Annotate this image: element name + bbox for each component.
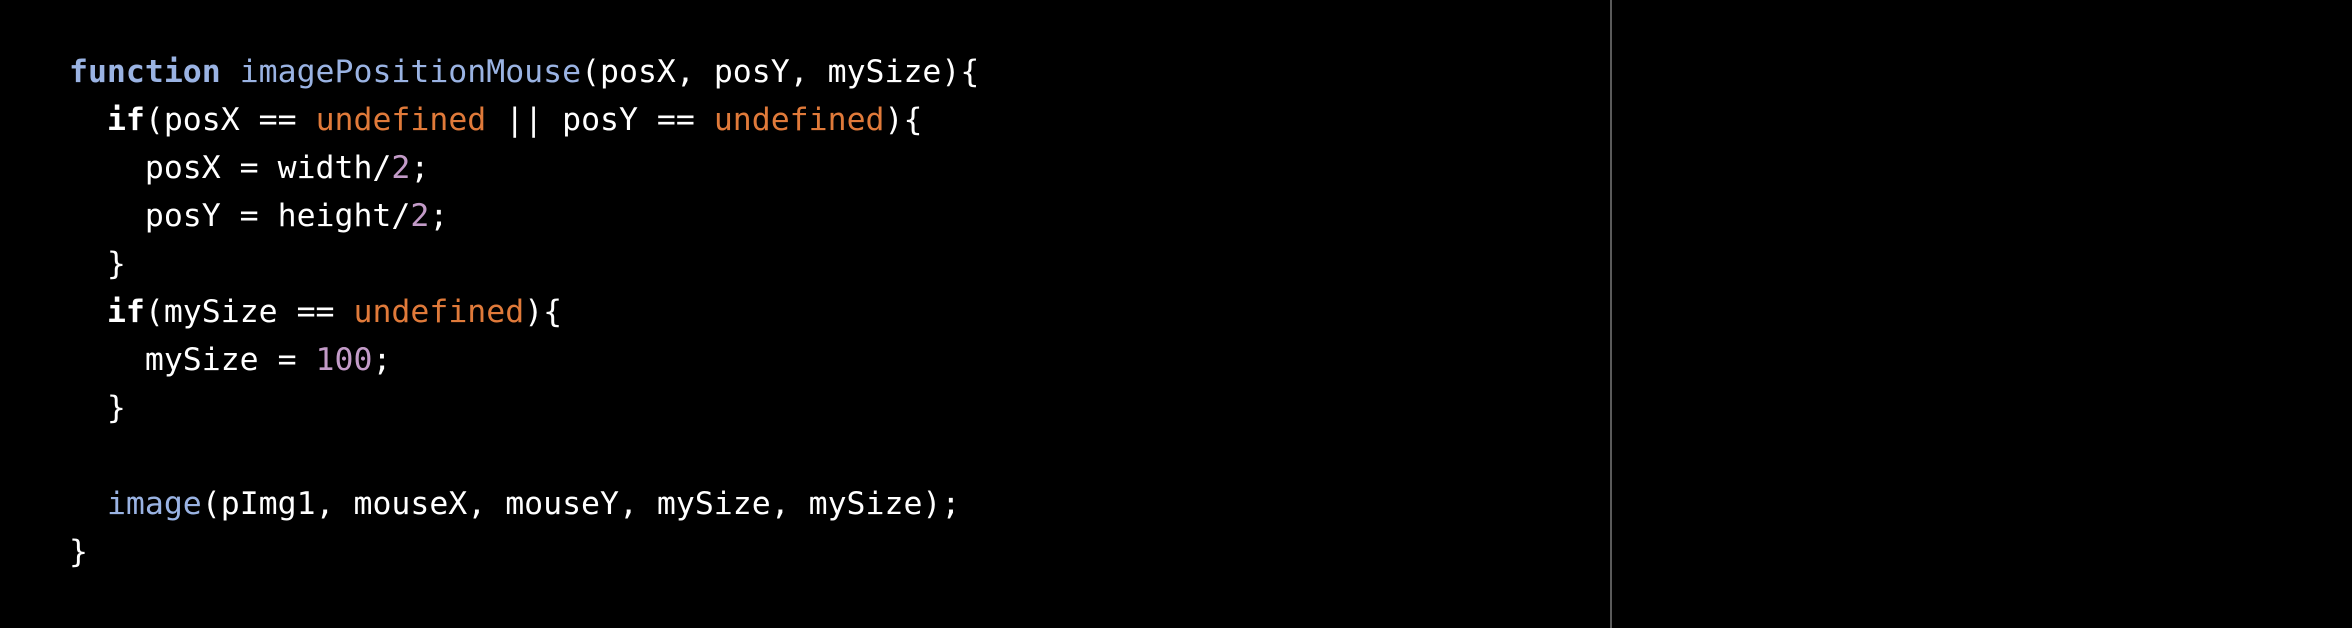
code-line: posY = height/2; — [69, 192, 979, 240]
function-name-token: imagePositionMouse — [239, 54, 582, 90]
preview-pane — [1612, 0, 2352, 628]
keyword-token: if — [106, 102, 145, 138]
code-line: } — [69, 240, 979, 288]
code-line: } — [69, 528, 979, 576]
keyword-token: if — [106, 294, 145, 330]
code-line: } — [69, 384, 979, 432]
number-literal-token: 2 — [410, 198, 430, 234]
code-line: posX = width/2; — [69, 144, 979, 192]
code-line: if(posX == undefined || posY == undefine… — [69, 96, 979, 144]
function-keyword-token: function — [69, 54, 221, 90]
code-line: function imagePositionMouse(posX, posY, … — [69, 48, 979, 96]
code-text-token: mySize = — [69, 342, 316, 378]
code-line: mySize = 100; — [69, 336, 979, 384]
code-text-token: ; — [429, 198, 449, 234]
code-line: image(pImg1, mouseX, mouseY, mySize, myS… — [69, 480, 979, 528]
code-text-token: (mySize == — [144, 294, 354, 330]
number-literal-token: 100 — [315, 342, 373, 378]
code-text-token: || posY == — [486, 102, 714, 138]
function-name-token: image — [106, 486, 202, 522]
code-text-token: ; — [410, 150, 430, 186]
code-block[interactable]: function imagePositionMouse(posX, posY, … — [69, 48, 979, 576]
code-text-token: ; — [372, 342, 392, 378]
code-text-token: posX = width/ — [69, 150, 392, 186]
undefined-literal-token: undefined — [353, 294, 525, 330]
number-literal-token: 2 — [391, 150, 411, 186]
code-text-token: posY = height/ — [69, 198, 411, 234]
code-text-token: } — [69, 534, 88, 570]
undefined-literal-token: undefined — [713, 102, 885, 138]
code-text-token: } — [69, 390, 126, 426]
code-text-token: (posX == — [144, 102, 316, 138]
code-editor-pane[interactable]: function imagePositionMouse(posX, posY, … — [0, 0, 1610, 628]
code-line: if(mySize == undefined){ — [69, 288, 979, 336]
code-text-token: ){ — [524, 294, 563, 330]
code-text-token: (pImg1, mouseX, mouseY, mySize, mySize); — [201, 486, 961, 522]
code-text-token: (posX, posY, mySize){ — [581, 54, 980, 90]
code-text-token: ){ — [884, 102, 923, 138]
undefined-literal-token: undefined — [315, 102, 487, 138]
code-text-token: } — [69, 246, 126, 282]
